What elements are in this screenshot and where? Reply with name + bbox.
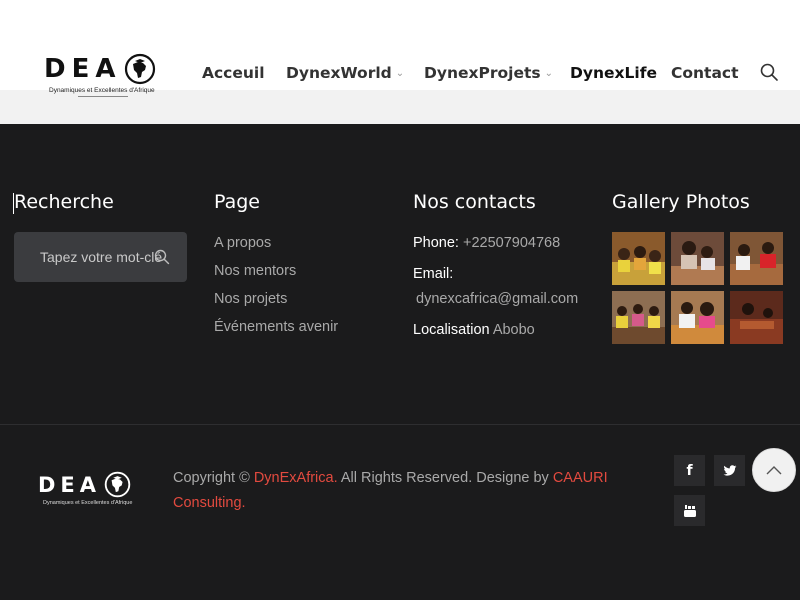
location-value: Abobo [492,322,535,338]
chevron-down-icon: ⌄ [544,67,554,79]
footer-logo[interactable]: DEA Dynamiques et Excellentes d'Afrique [38,470,134,510]
copyright-prefix: Copyright © [173,470,250,486]
email-label: Email: [413,266,454,282]
gallery-photo-image [612,232,665,285]
gallery-photo-image [730,232,783,285]
nav-item-dynexlife[interactable]: DynexLife [570,60,657,86]
gallery-thumb[interactable] [671,232,724,285]
gallery-photo-image [612,291,665,344]
logo-underline [78,96,128,97]
page-column-title: Page [214,191,260,213]
nav-label: DynexProjets [424,64,541,82]
contact-phone: Phone: +22507904768 [413,235,560,251]
phone-label: Phone: [413,235,459,251]
africa-emblem-icon [104,471,131,498]
site-logo[interactable]: DEA Dynamiques et Excellentes d'Afrique [44,50,160,100]
contact-email-row: dynexcafrica@gmail.com [416,291,578,307]
phone-value[interactable]: +22507904768 [463,235,560,251]
nav-label: Contact [671,64,739,82]
gallery-thumb[interactable] [730,291,783,344]
gallery-thumb[interactable] [612,291,665,344]
chevron-up-icon [766,466,782,475]
email-value[interactable]: dynexcafrica@gmail.com [416,291,578,307]
brand-link[interactable]: DynExAfrica. [254,470,338,486]
gallery-thumb[interactable] [730,232,783,285]
gallery-thumb[interactable] [612,232,665,285]
search-column-title: Recherche [14,191,114,213]
nav-item-acceuil[interactable]: Acceuil [202,60,265,86]
search-icon[interactable] [759,62,779,82]
gallery-photo-image [671,232,724,285]
contact-location: Localisation Abobo [413,322,535,338]
nav-item-dynexprojets[interactable]: DynexProjets ⌄ [424,60,553,86]
rights-text: All Rights Reserved. Designe by [340,470,549,486]
gallery-photo-image [730,291,783,344]
footer-link-a-propos[interactable]: A propos [214,235,271,251]
contact-email-label-row: Email: [413,266,453,282]
nav-label: DynexWorld [286,64,392,82]
footer-link-nos-mentors[interactable]: Nos mentors [214,263,296,279]
gallery-thumb[interactable] [671,291,724,344]
twitter-bird-icon [723,464,736,476]
footer-search-box [14,232,187,282]
youtube-logo-icon [683,504,696,517]
gallery-column-title: Gallery Photos [612,191,750,213]
nav-item-dynexworld[interactable]: DynexWorld ⌄ [286,60,404,86]
youtube-icon[interactable] [674,495,705,526]
footer-link-nos-projets[interactable]: Nos projets [214,291,287,307]
footer-link-evenements[interactable]: Événements avenir [214,319,338,335]
facebook-icon[interactable]: f [674,455,705,486]
back-to-top-button[interactable] [752,448,796,492]
chevron-down-icon: ⌄ [395,67,405,79]
nav-label: Acceuil [202,64,265,82]
search-icon[interactable] [154,249,170,265]
footer-divider [0,424,800,425]
africa-emblem-icon [124,53,156,85]
twitter-icon[interactable] [714,455,745,486]
gallery-photo-image [671,291,724,344]
contacts-column-title: Nos contacts [413,191,536,213]
logo-letters: DEA [44,54,122,84]
location-label: Localisation [413,322,490,338]
copyright-text: Copyright © DynExAfrica. All Rights Rese… [173,466,613,515]
footer-search-input[interactable] [40,246,162,268]
logo-tagline: Dynamiques et Excellentes d'Afrique [43,500,133,506]
nav-item-contact[interactable]: Contact [671,60,739,86]
logo-letters: DEA [38,473,102,497]
logo-tagline: Dynamiques et Excellentes d'Afrique [49,87,155,94]
nav-label: DynexLife [570,64,657,82]
